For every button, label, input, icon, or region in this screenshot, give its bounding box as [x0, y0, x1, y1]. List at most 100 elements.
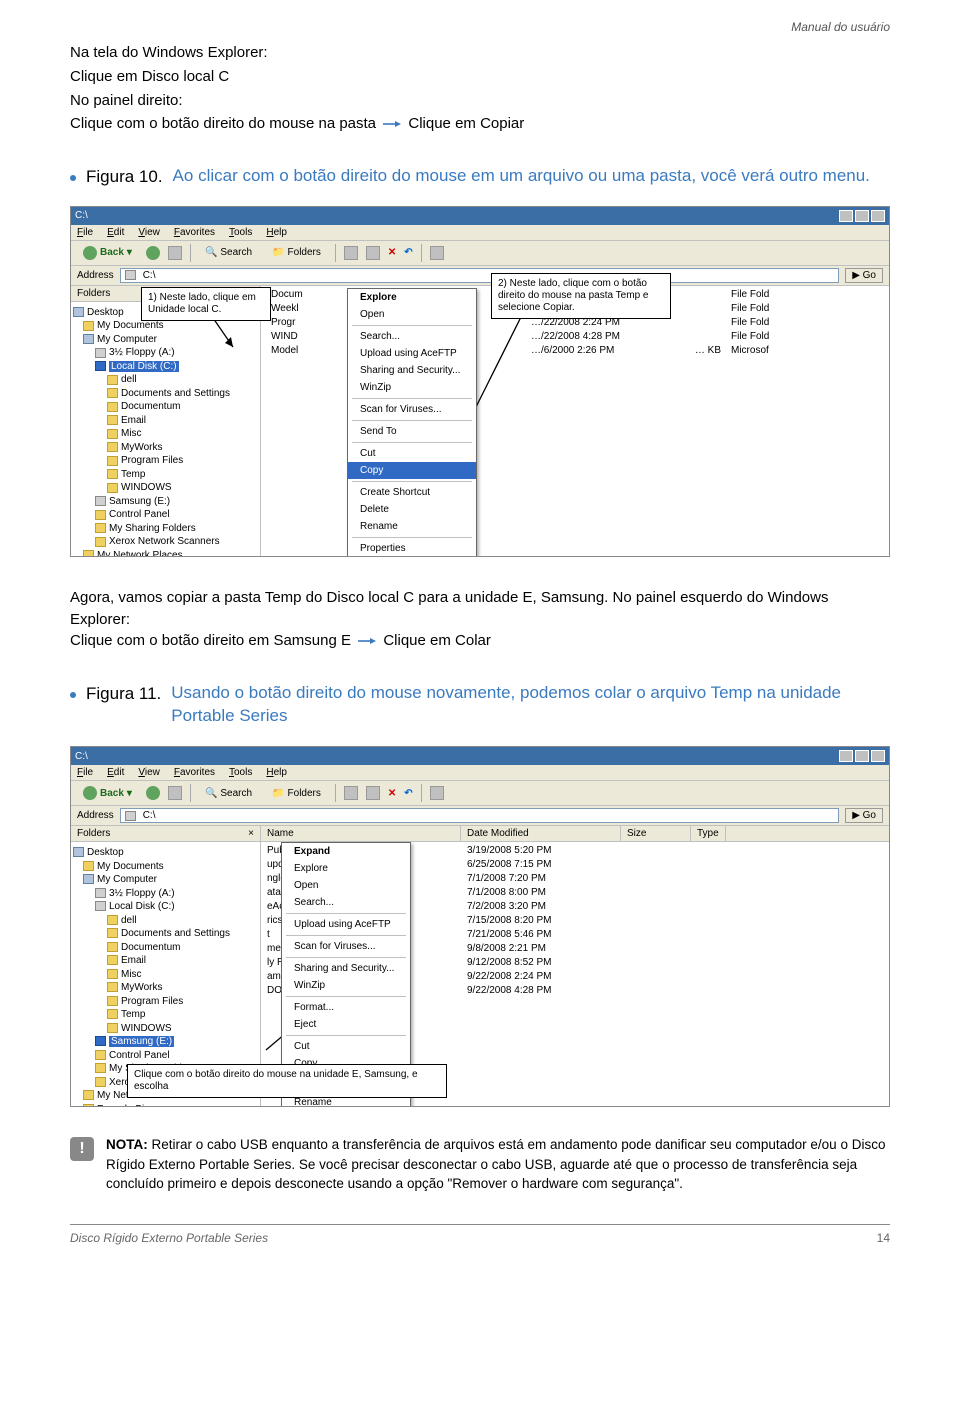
menu-item[interactable]: Cut	[348, 445, 476, 462]
tree-item[interactable]: Local Disk (C:)	[73, 360, 258, 374]
menu-view[interactable]: View	[138, 227, 160, 238]
tree-item[interactable]: Misc	[73, 968, 258, 982]
folders-button[interactable]: 📁 Folders	[266, 786, 327, 801]
tree-item[interactable]: Control Panel	[73, 508, 258, 522]
back-button[interactable]: Back ▾	[77, 784, 138, 802]
menu-item[interactable]: Explore	[348, 289, 476, 306]
undo-icon[interactable]: ↶	[404, 788, 412, 799]
tree-item[interactable]: Email	[73, 954, 258, 968]
menu-item[interactable]: Create Shortcut	[348, 484, 476, 501]
menu-item[interactable]: Upload using AceFTP	[282, 916, 410, 933]
menu-help[interactable]: Help	[266, 227, 287, 238]
menu-item[interactable]: Search...	[348, 328, 476, 345]
minimize-icon[interactable]	[839, 750, 853, 762]
tree-item[interactable]: Samsung (E:)	[73, 1035, 258, 1049]
tool-icon[interactable]	[366, 246, 380, 260]
tree-item[interactable]: 3½ Floppy (A:)	[73, 346, 258, 360]
tree-item[interactable]: Control Panel	[73, 1049, 258, 1063]
menu-item[interactable]: Send To	[348, 423, 476, 440]
menu-view[interactable]: View	[138, 767, 160, 778]
tree-item[interactable]: Local Disk (C:)	[73, 900, 258, 914]
tree-item[interactable]: Program Files	[73, 454, 258, 468]
up-icon[interactable]	[168, 246, 182, 260]
tree-item[interactable]: My Documents	[73, 319, 258, 333]
tree-item[interactable]: WINDOWS	[73, 1022, 258, 1036]
tree-item[interactable]: My Computer	[73, 873, 258, 887]
tree-item[interactable]: Samsung (E:)	[73, 495, 258, 509]
tree-item[interactable]: Documents and Settings	[73, 387, 258, 401]
menu-favorites[interactable]: Favorites	[174, 227, 215, 238]
tree-item[interactable]: MyWorks	[73, 981, 258, 995]
folders-button[interactable]: 📁 Folders	[266, 245, 327, 260]
menu-tools[interactable]: Tools	[229, 227, 252, 238]
close-icon[interactable]	[871, 210, 885, 222]
menu-item[interactable]: Sharing and Security...	[348, 362, 476, 379]
menu-item[interactable]: Open	[348, 306, 476, 323]
menu-help[interactable]: Help	[266, 767, 287, 778]
maximize-icon[interactable]	[855, 210, 869, 222]
tree-item[interactable]: Desktop	[73, 846, 258, 860]
menu-item[interactable]: Sharing and Security...	[282, 960, 410, 977]
minimize-icon[interactable]	[839, 210, 853, 222]
menu-item[interactable]: Properties	[348, 540, 476, 556]
search-button[interactable]: 🔍 Search	[199, 245, 258, 260]
tree-item[interactable]: Recycle Bin	[73, 1103, 258, 1107]
close-icon[interactable]	[871, 750, 885, 762]
menu-item[interactable]: Open	[282, 877, 410, 894]
delete-icon[interactable]: ✕	[388, 247, 396, 258]
go-button[interactable]: ▶ Go	[845, 808, 883, 823]
tree-item[interactable]: Documents and Settings	[73, 927, 258, 941]
menu-item[interactable]: Scan for Viruses...	[348, 401, 476, 418]
menu-tools[interactable]: Tools	[229, 767, 252, 778]
menu-file[interactable]: File	[77, 227, 93, 238]
views-icon[interactable]	[430, 246, 444, 260]
menu-item[interactable]: Expand	[282, 843, 410, 860]
tree-item[interactable]: 3½ Floppy (A:)	[73, 887, 258, 901]
menu-item[interactable]: Format...	[282, 999, 410, 1016]
tree-item[interactable]: My Computer	[73, 333, 258, 347]
tree-item[interactable]: Temp	[73, 1008, 258, 1022]
menu-item[interactable]: WinZip	[348, 379, 476, 396]
tree-item[interactable]: My Sharing Folders	[73, 522, 258, 536]
views-icon[interactable]	[430, 786, 444, 800]
folder-tree[interactable]: DesktopMy DocumentsMy Computer3½ Floppy …	[71, 302, 260, 556]
tool-icon[interactable]	[344, 786, 358, 800]
folders-close-icon[interactable]: ×	[248, 828, 254, 839]
tree-item[interactable]: dell	[73, 373, 258, 387]
search-button[interactable]: 🔍 Search	[199, 786, 258, 801]
maximize-icon[interactable]	[855, 750, 869, 762]
go-button[interactable]: ▶ Go	[845, 268, 883, 283]
menu-item[interactable]: Eject	[282, 1016, 410, 1033]
menu-file[interactable]: File	[77, 767, 93, 778]
menu-item[interactable]: Copy	[348, 462, 476, 479]
tree-item[interactable]: Email	[73, 414, 258, 428]
tool-icon[interactable]	[366, 786, 380, 800]
tree-item[interactable]: Misc	[73, 427, 258, 441]
menu-item[interactable]: Explore	[282, 860, 410, 877]
menu-item[interactable]: Delete	[348, 501, 476, 518]
tree-item[interactable]: MyWorks	[73, 441, 258, 455]
tree-item[interactable]: WINDOWS	[73, 481, 258, 495]
menu-edit[interactable]: Edit	[107, 767, 124, 778]
undo-icon[interactable]: ↶	[404, 247, 412, 258]
menu-item[interactable]: Search...	[282, 894, 410, 911]
menu-item[interactable]: Scan for Viruses...	[282, 938, 410, 955]
menu-edit[interactable]: Edit	[107, 227, 124, 238]
menu-item[interactable]: Cut	[282, 1038, 410, 1055]
tree-item[interactable]: Documentum	[73, 941, 258, 955]
delete-icon[interactable]: ✕	[388, 788, 396, 799]
menu-item[interactable]: Rename	[348, 518, 476, 535]
address-input[interactable]: C:\	[120, 268, 840, 283]
tree-item[interactable]: Documentum	[73, 400, 258, 414]
menu-item[interactable]: Upload using AceFTP	[348, 345, 476, 362]
tree-item[interactable]: Xerox Network Scanners	[73, 535, 258, 549]
menu-item[interactable]: WinZip	[282, 977, 410, 994]
tool-icon[interactable]	[344, 246, 358, 260]
forward-icon[interactable]	[146, 786, 160, 800]
column-header[interactable]: Name	[261, 826, 461, 841]
context-menu[interactable]: ExploreOpenSearch...Upload using AceFTPS…	[347, 288, 477, 556]
address-input[interactable]: C:\	[120, 808, 840, 823]
column-header[interactable]: Size	[621, 826, 691, 841]
up-icon[interactable]	[168, 786, 182, 800]
column-header[interactable]: Date Modified	[461, 826, 621, 841]
